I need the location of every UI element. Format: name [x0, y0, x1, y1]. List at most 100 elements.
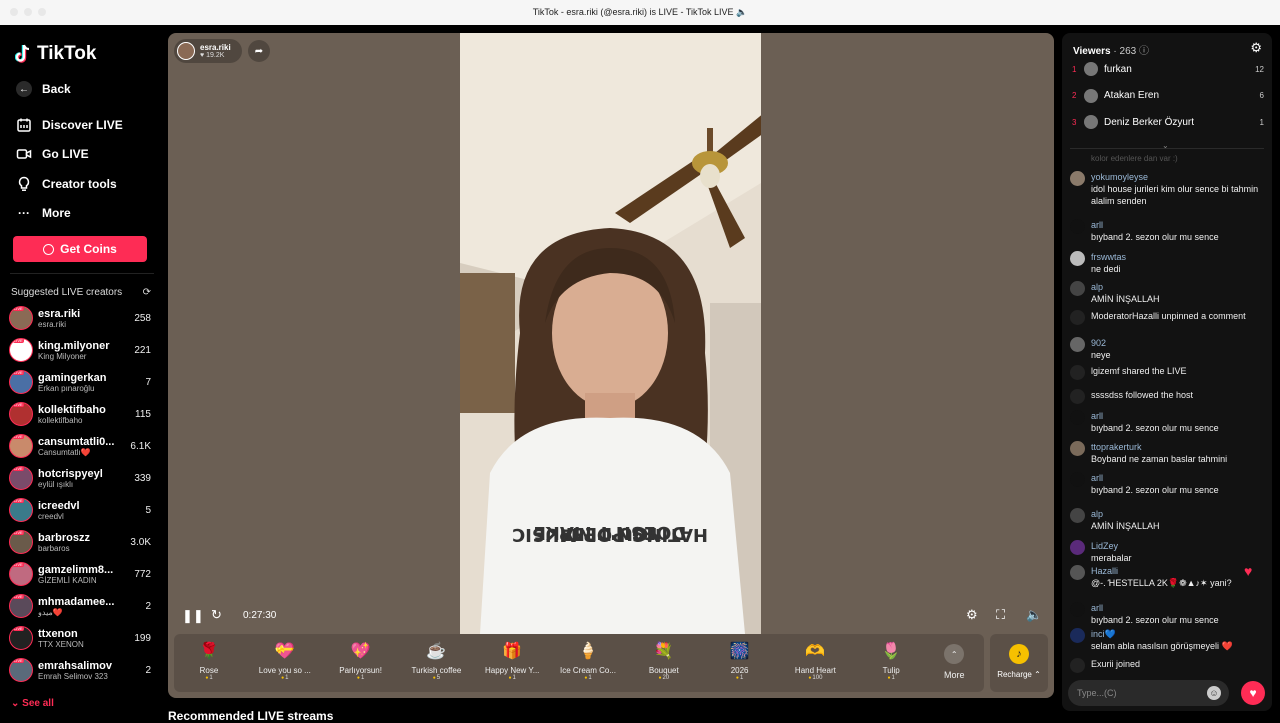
live-badge: LIVE — [13, 530, 24, 535]
tiktok-logo[interactable]: TikTok — [15, 43, 96, 65]
live-badge: LIVE — [13, 338, 24, 343]
nav-go-live[interactable]: Go LIVE — [16, 146, 89, 162]
system-message[interactable]: lgizemf shared the LIVE — [1070, 365, 1266, 380]
creator-item[interactable]: LIVE kollektifbaho kollektifbaho 115 — [9, 399, 151, 429]
chat-username: yokumoyleyse — [1091, 172, 1149, 182]
system-message[interactable]: ssssdss followed the host — [1070, 389, 1266, 404]
recommended-title: Recommended LIVE streams — [168, 709, 334, 723]
nav-creator-tools[interactable]: Creator tools — [16, 176, 117, 192]
creator-subtitle: GİZEMLİ KADIN — [38, 575, 97, 585]
creator-item[interactable]: LIVE emrahsalimov Emrah Selimov 323 2 — [9, 655, 151, 685]
gift-item[interactable]: 🎁 Happy New Y...1 — [477, 638, 547, 690]
chat-message[interactable]: alp AMİN İNŞALLAH — [1070, 281, 1266, 305]
creator-name: gamingerkan — [38, 371, 107, 384]
gift-item[interactable]: 💖 Parlıyorsun!1 — [326, 638, 396, 690]
creator-name: barbroszz — [38, 531, 90, 544]
creator-subtitle: kollektifbaho — [38, 415, 83, 425]
chat-message[interactable]: frswwtas ne dedi — [1070, 251, 1266, 275]
chat-message[interactable]: arll bıyband 2. sezon olur mu sence — [1070, 472, 1266, 496]
tiktok-logo-icon — [15, 44, 30, 63]
chat-username: 902 — [1091, 338, 1107, 348]
gift-item[interactable]: 🌷 Tulip1 — [856, 638, 926, 690]
creator-avatar: LIVE — [9, 626, 33, 650]
top-viewer-row[interactable]: 2 Atakan Eren 6 — [1072, 86, 1264, 106]
creator-item[interactable]: LIVE gamingerkan Erkan pınaroğlu 7 — [9, 367, 151, 397]
fullscreen-button[interactable]: ⛶ — [996, 607, 1005, 623]
gift-item[interactable]: ☕ Turkish coffee5 — [401, 638, 471, 690]
creator-subtitle: King Milyoner — [38, 351, 87, 361]
chat-username: arll — [1091, 411, 1104, 421]
like-heart-button[interactable]: ♥ — [1241, 681, 1265, 705]
window-controls[interactable] — [10, 8, 46, 16]
logo-text: TikTok — [37, 43, 97, 64]
settings-button[interactable]: ⚙ — [966, 607, 978, 623]
chat-message[interactable]: Hazalli @-. ꞪESTELLA 2K🌹❁▲♪✶ yani? — [1070, 565, 1266, 589]
volume-button[interactable]: 🔈 — [1026, 607, 1042, 623]
gift-icon: 💖 — [350, 643, 371, 660]
more-gifts-button[interactable]: ⌃ More — [944, 644, 965, 680]
nav-discover-live[interactable]: Discover LIVE — [16, 117, 123, 133]
gift-price: 1 — [856, 675, 926, 681]
chat-message[interactable]: inci💙 selam abla nasılsın görüşmeyeli ❤️ — [1070, 628, 1266, 652]
viewer-rank: 3 — [1072, 117, 1077, 127]
creator-item[interactable]: LIVE esra.riki esra.riki 258 — [9, 303, 151, 333]
chat-message[interactable]: arll bıyband 2. sezon olur mu sence — [1070, 410, 1266, 434]
refresh-video-button[interactable]: ↻ — [211, 607, 222, 623]
chat-username: frswwtas — [1091, 252, 1127, 262]
chat-message[interactable]: arll bıyband 2. sezon olur mu sence — [1070, 602, 1266, 626]
creator-viewer-count: 2 — [145, 600, 151, 612]
gift-item[interactable]: 💝 Love you so ...1 — [250, 638, 320, 690]
system-message[interactable]: ModeratorHazalli unpinned a comment — [1070, 310, 1266, 325]
top-viewer-row[interactable]: 3 Deniz Berker Özyurt 1 — [1072, 112, 1264, 132]
creator-viewer-count: 199 — [134, 632, 151, 644]
arrow-left-icon: ← — [16, 81, 32, 97]
gift-icon: 🎁 — [502, 643, 523, 660]
get-coins-button[interactable]: Get Coins — [13, 236, 147, 262]
live-player[interactable]: HATING POP MUSIC DOESN'T MAKE YOU DEEP e… — [168, 33, 1054, 698]
emoji-icon[interactable]: ☺ — [1207, 686, 1221, 700]
chat-text: merabalar — [1091, 553, 1132, 563]
chat-message[interactable]: 902 neye — [1070, 337, 1266, 361]
viewers-header[interactable]: Viewers · 263 ⓘ — [1073, 42, 1149, 57]
nav-more[interactable]: ··· More — [16, 205, 71, 221]
share-button[interactable]: ➦ — [248, 40, 270, 62]
chat-username: arll — [1091, 473, 1104, 483]
gift-item[interactable]: 🎆 20261 — [705, 638, 775, 690]
pause-button[interactable]: ❚❚ — [182, 608, 204, 624]
system-message[interactable]: Exurii joined — [1070, 658, 1266, 673]
creator-name: emrahsalimov — [38, 659, 112, 672]
creator-item[interactable]: LIVE cansumtatli0... Cansumtatlı❤️ 6.1K — [9, 431, 151, 461]
top-viewer-row[interactable]: 1 furkan 12 — [1072, 59, 1264, 79]
see-all-label: See all — [22, 698, 54, 709]
chat-message[interactable]: ttoprakerturk Boyband ne zaman baslar tah… — [1070, 441, 1266, 465]
host-chip[interactable]: esra.riki ♥ 19.2K — [174, 39, 242, 63]
chat-message[interactable]: arll bıyband 2. sezon olur mu sence — [1070, 219, 1266, 243]
creator-item[interactable]: LIVE ttxenon TTX XENON 199 — [9, 623, 151, 653]
gift-item[interactable]: 🌹 Rose1 — [174, 638, 244, 690]
creator-item[interactable]: LIVE barbroszz barbaros 3.0K — [9, 527, 151, 557]
get-coins-label: Get Coins — [60, 242, 117, 256]
chat-avatar — [1070, 410, 1085, 425]
gear-icon[interactable]: ⚙ — [1250, 40, 1262, 56]
live-video[interactable]: HATING POP MUSIC DOESN'T MAKE YOU DEEP — [460, 33, 761, 634]
chat-input[interactable]: Type...(C) ☺ — [1068, 680, 1229, 706]
see-all-link[interactable]: ⌄ See all — [11, 698, 54, 709]
nav-label: Creator tools — [42, 177, 117, 191]
gift-item[interactable]: 🍦 Ice Cream Co...1 — [553, 638, 623, 690]
creator-item[interactable]: LIVE gamzelimm8... GİZEMLİ KADIN 772 — [9, 559, 151, 589]
creator-item[interactable]: LIVE icreedvl creedvl 5 — [9, 495, 151, 525]
gift-icon: 🎆 — [729, 643, 750, 660]
back-link[interactable]: ← Back — [16, 81, 71, 97]
creator-item[interactable]: LIVE mhmadamee... ميدو❤️ 2 — [9, 591, 151, 621]
gift-item[interactable]: 🫶 Hand Heart100 — [780, 638, 850, 690]
chat-message[interactable]: yokumoyleyse idol house jurileri kim olur… — [1070, 171, 1266, 207]
creator-name: icreedvl — [38, 499, 80, 512]
refresh-icon[interactable]: ⟳ — [143, 287, 151, 298]
creator-item[interactable]: LIVE hotcrispyeyl eylül ışıklı 339 — [9, 463, 151, 493]
chat-message[interactable]: alp AMİN İNŞALLAH — [1070, 508, 1266, 532]
gift-item[interactable]: 💐 Bouquet20 — [629, 638, 699, 690]
creator-subtitle: TTX XENON — [38, 639, 84, 649]
chat-message[interactable]: LidZey merabalar — [1070, 540, 1266, 564]
recharge-button[interactable]: ♪ Recharge ⌃ — [990, 634, 1048, 692]
creator-item[interactable]: LIVE king.milyoner King Milyoner 221 — [9, 335, 151, 365]
